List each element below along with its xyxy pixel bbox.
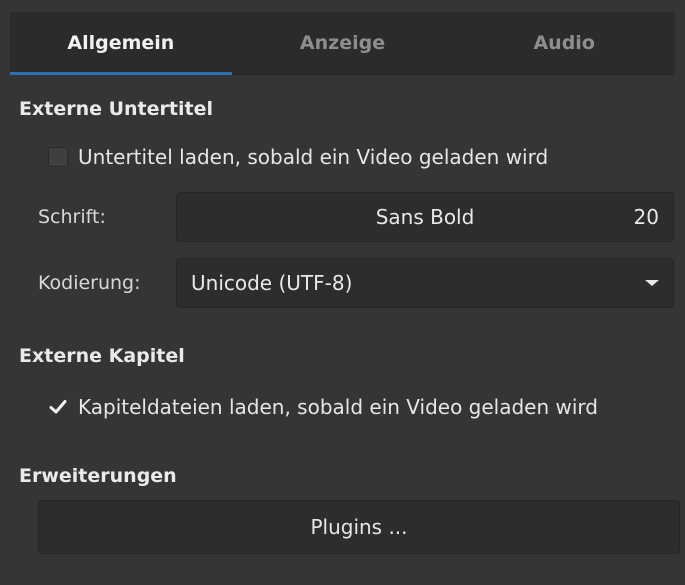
extensions-heading: Erweiterungen	[19, 465, 177, 487]
tab-bar: Allgemein Anzeige Audio	[10, 12, 675, 75]
chapters-autoload-label: Kapiteldateien laden, sobald ein Video g…	[78, 395, 598, 419]
chapters-autoload-checkbox[interactable]: Kapiteldateien laden, sobald ein Video g…	[48, 395, 598, 419]
preferences-window: Allgemein Anzeige Audio Externe Untertit…	[0, 0, 685, 585]
tab-allgemein-label: Allgemein	[67, 32, 175, 54]
plugins-button-label: Plugins ...	[310, 515, 408, 539]
subtitles-autoload-label: Untertitel laden, sobald ein Video gelad…	[78, 145, 549, 169]
font-label: Schrift:	[38, 206, 106, 228]
unchecked-checkbox-icon[interactable]	[48, 147, 68, 167]
dropdown-arrow-icon	[645, 280, 659, 286]
font-size: 20	[633, 205, 659, 229]
plugins-button[interactable]: Plugins ...	[38, 500, 680, 554]
checkmark-icon[interactable]	[48, 397, 68, 417]
tab-audio-label: Audio	[533, 32, 595, 54]
tab-audio[interactable]: Audio	[453, 12, 675, 74]
font-chooser-button[interactable]: Sans Bold 20	[176, 192, 674, 242]
font-name: Sans Bold	[375, 205, 475, 229]
encoding-value: Unicode (UTF-8)	[191, 271, 353, 295]
encoding-combo[interactable]: Unicode (UTF-8)	[176, 258, 674, 308]
encoding-label: Kodierung:	[38, 272, 141, 294]
chapters-heading: Externe Kapitel	[19, 345, 185, 367]
subtitles-autoload-checkbox[interactable]: Untertitel laden, sobald ein Video gelad…	[48, 145, 548, 169]
subtitles-heading: Externe Untertitel	[19, 98, 213, 120]
tab-anzeige-label: Anzeige	[299, 32, 386, 54]
tab-allgemein[interactable]: Allgemein	[10, 12, 232, 75]
tab-anzeige[interactable]: Anzeige	[232, 12, 454, 74]
